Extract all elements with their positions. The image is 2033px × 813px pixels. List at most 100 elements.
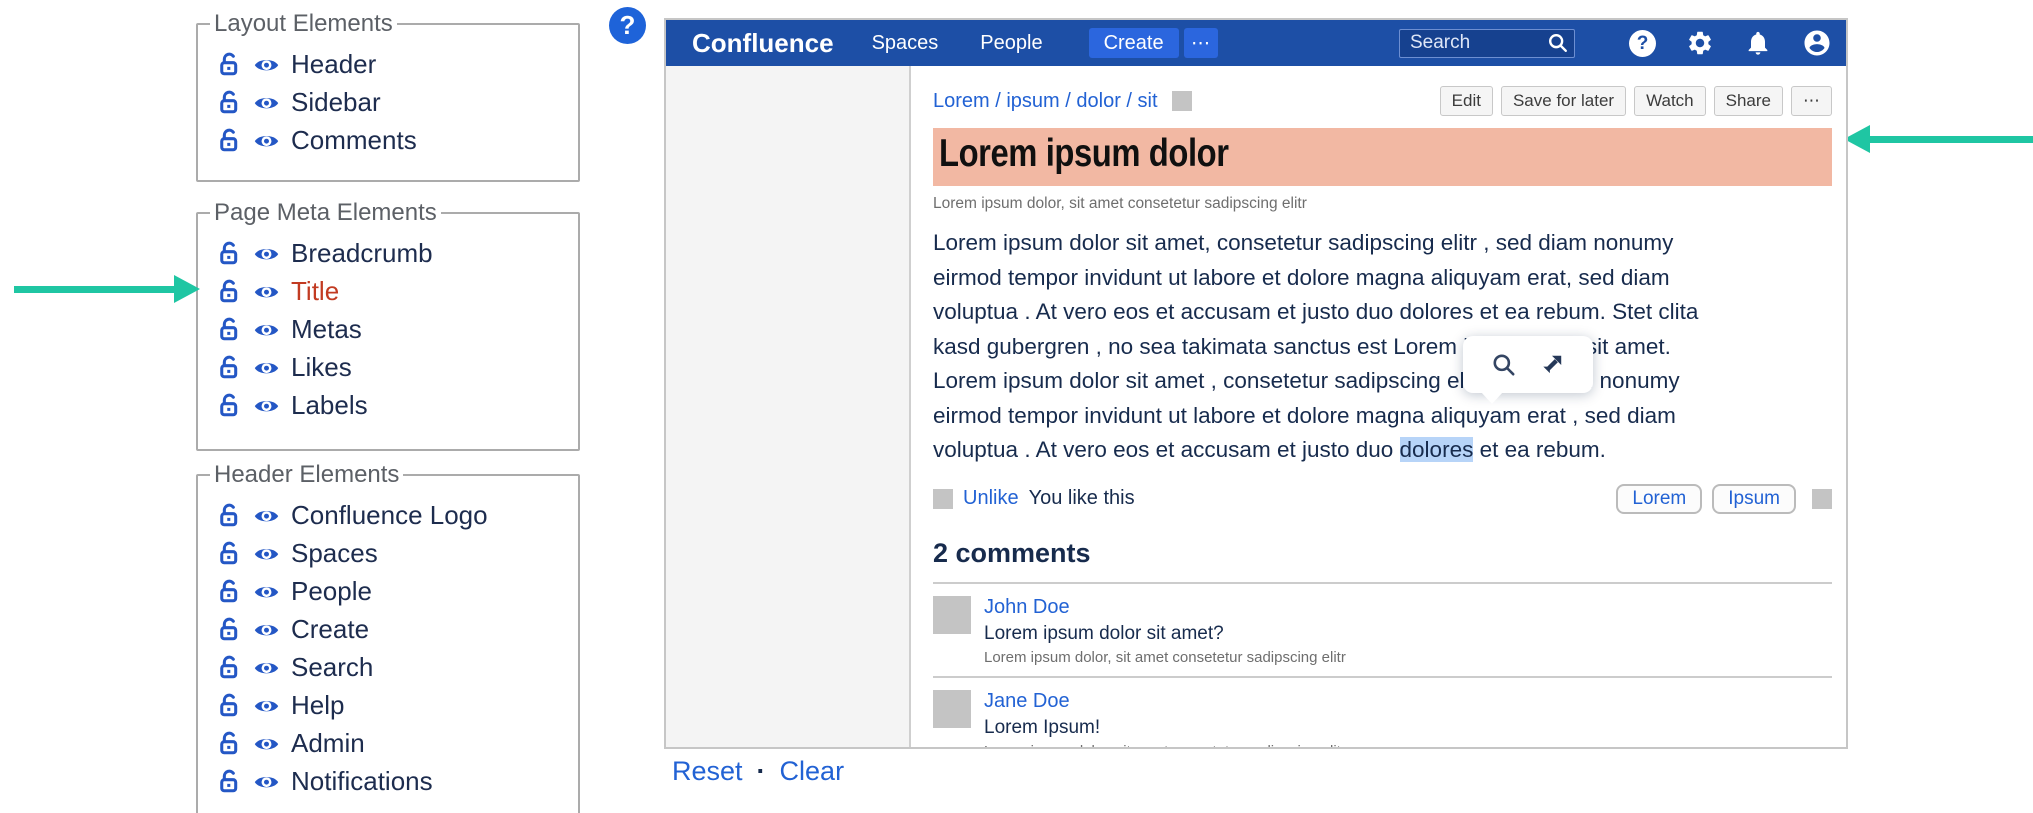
save-for-later-button[interactable]: Save for later — [1501, 86, 1626, 116]
toggle-row-likes: Likes — [215, 352, 578, 383]
app-canvas: Layout Elements Header Sidebar Comments … — [0, 0, 2033, 813]
label-lorem[interactable]: Lorem — [1616, 484, 1702, 514]
footer-separator: · — [757, 756, 766, 787]
unlock-icon[interactable] — [215, 127, 242, 154]
toggle-label: Notifications — [291, 766, 433, 797]
body-line: Lorem ipsum dolor sit amet, consetetur s… — [933, 226, 1832, 261]
nav-people[interactable]: People — [980, 32, 1042, 55]
unlock-icon[interactable] — [215, 51, 242, 78]
toggle-label: Create — [291, 614, 369, 645]
eye-icon[interactable] — [253, 578, 280, 605]
toggle-label: Breadcrumb — [291, 238, 433, 269]
notifications-bell-icon[interactable] — [1744, 29, 1772, 57]
breadcrumb[interactable]: Lorem / ipsum / dolor / sit — [933, 90, 1158, 113]
comment-body: Jane Doe Lorem Ipsum! Lorem ipsum dolor,… — [984, 690, 1346, 750]
unlock-icon[interactable] — [215, 654, 242, 681]
unlike-link[interactable]: Unlike — [963, 487, 1019, 510]
eye-icon[interactable] — [253, 278, 280, 305]
toggle-row-sidebar: Sidebar — [215, 87, 578, 118]
toggle-row-title: Title — [215, 276, 578, 307]
settings-gear-icon[interactable] — [1686, 29, 1714, 57]
unlock-icon[interactable] — [215, 768, 242, 795]
likes-row: Unlike You like this Lorem Ipsum — [933, 484, 1832, 514]
body-line: kasd gubergren , no sea takimata sanctus… — [933, 330, 1832, 365]
unlock-icon[interactable] — [215, 89, 242, 116]
eye-icon[interactable] — [253, 354, 280, 381]
eye-icon[interactable] — [253, 768, 280, 795]
eye-icon[interactable] — [253, 316, 280, 343]
unlock-icon[interactable] — [215, 316, 242, 343]
eye-icon[interactable] — [253, 89, 280, 116]
unlock-icon[interactable] — [215, 502, 242, 529]
comment-author[interactable]: John Doe — [984, 596, 1346, 619]
group-layout-elements: Layout Elements Header Sidebar Comments — [196, 10, 580, 182]
unlock-icon[interactable] — [215, 616, 242, 643]
page-title: Lorem ipsum dolor — [939, 132, 1229, 176]
page-more-button[interactable]: ⋯ — [1791, 86, 1832, 116]
confluence-logo[interactable]: Confluence — [692, 28, 834, 59]
unlock-icon[interactable] — [215, 240, 242, 267]
unlock-icon[interactable] — [215, 692, 242, 719]
eye-icon[interactable] — [253, 616, 280, 643]
label-ipsum[interactable]: Ipsum — [1712, 484, 1796, 514]
toggle-label: Confluence Logo — [291, 500, 488, 531]
panel-help-button[interactable]: ? — [609, 7, 646, 44]
toggle-row-create: Create — [215, 614, 578, 645]
group-legend: Layout Elements — [210, 10, 397, 38]
group-legend: Page Meta Elements — [210, 199, 441, 227]
unlock-icon[interactable] — [215, 578, 242, 605]
toggle-label: Labels — [291, 390, 368, 421]
watch-button[interactable]: Watch — [1634, 86, 1706, 116]
panel-footer: Reset · Clear — [672, 756, 844, 787]
nav-spaces[interactable]: Spaces — [872, 32, 939, 55]
eye-icon[interactable] — [253, 730, 280, 757]
header-more-button[interactable]: ⋯ — [1184, 28, 1218, 58]
page-title-highlight: Lorem ipsum dolor — [933, 128, 1832, 186]
search-icon[interactable] — [1547, 32, 1569, 54]
avatar — [933, 596, 971, 634]
toggle-row-confluence-logo: Confluence Logo — [215, 500, 578, 531]
comment-text: Lorem Ipsum! — [984, 717, 1346, 739]
search-selection-icon[interactable] — [1491, 352, 1517, 378]
unlock-icon[interactable] — [215, 730, 242, 757]
eye-icon[interactable] — [253, 502, 280, 529]
eye-icon[interactable] — [253, 240, 280, 267]
toggle-label: Metas — [291, 314, 362, 345]
toggle-label: Comments — [291, 125, 417, 156]
reset-link[interactable]: Reset — [672, 756, 743, 787]
unlock-icon[interactable] — [215, 278, 242, 305]
eye-icon[interactable] — [253, 51, 280, 78]
toggle-row-notifications: Notifications — [215, 766, 578, 797]
comment-text: Lorem ipsum dolor sit amet? — [984, 623, 1346, 645]
page-body: Lorem ipsum dolor sit amet, consetetur s… — [933, 226, 1832, 468]
comment-meta: Lorem ipsum dolor, sit amet consetetur s… — [984, 743, 1346, 750]
unlock-icon[interactable] — [215, 392, 242, 419]
toggle-row-metas: Metas — [215, 314, 578, 345]
eye-icon[interactable] — [253, 692, 280, 719]
toggle-row-labels: Labels — [215, 390, 578, 421]
pointer-arrow-title-item — [12, 271, 202, 307]
group-legend: Header Elements — [210, 461, 403, 489]
jira-icon[interactable] — [1539, 352, 1565, 378]
clear-link[interactable]: Clear — [780, 756, 845, 787]
unlock-icon[interactable] — [215, 354, 242, 381]
create-button[interactable]: Create — [1089, 28, 1179, 58]
share-button[interactable]: Share — [1714, 86, 1783, 116]
eye-icon[interactable] — [253, 654, 280, 681]
comments-heading: 2 comments — [933, 538, 1832, 569]
space-sidebar — [666, 66, 911, 747]
unlock-icon[interactable] — [215, 540, 242, 567]
eye-icon[interactable] — [253, 540, 280, 567]
like-status-text: You like this — [1029, 487, 1135, 510]
toggle-label: Help — [291, 690, 344, 721]
eye-icon[interactable] — [253, 392, 280, 419]
eye-icon[interactable] — [253, 127, 280, 154]
likes-placeholder-square — [933, 489, 953, 509]
toggle-label-selected: Title — [291, 276, 339, 307]
help-icon[interactable]: ? — [1629, 30, 1656, 57]
toggle-label: Header — [291, 49, 376, 80]
edit-button[interactable]: Edit — [1440, 86, 1493, 116]
comment-author[interactable]: Jane Doe — [984, 690, 1346, 713]
search-box — [1399, 29, 1575, 58]
profile-icon[interactable] — [1802, 28, 1832, 58]
